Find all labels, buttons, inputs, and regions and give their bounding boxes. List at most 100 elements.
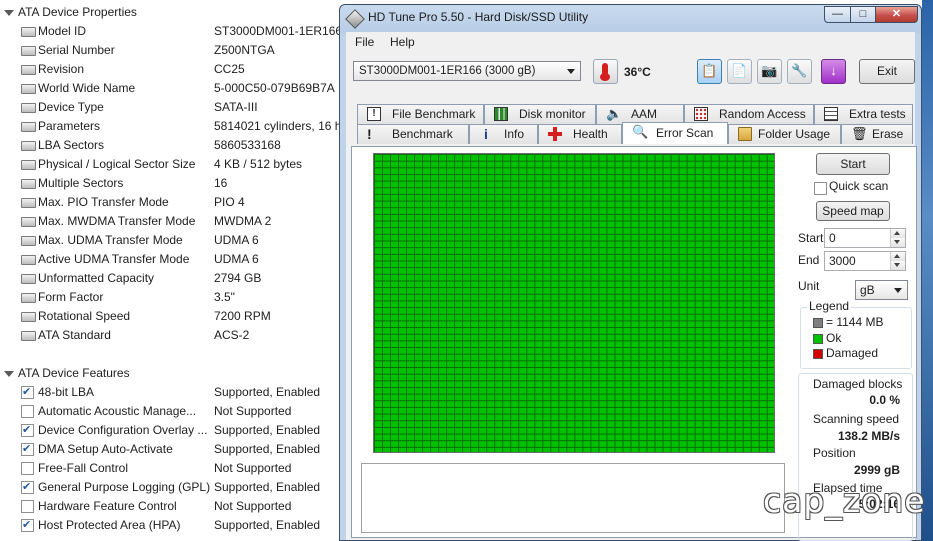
drive-icon (21, 274, 36, 284)
feature-name: General Purpose Logging (GPL) (38, 480, 211, 494)
options-button[interactable]: 🔧 (787, 59, 812, 84)
start-button[interactable]: Start (816, 153, 890, 175)
tab-disk-monitor[interactable]: Disk monitor (484, 104, 596, 124)
property-value: 16 (214, 176, 228, 190)
property-row[interactable]: Physical / Logical Sector Size 4 KB / 512… (0, 155, 340, 174)
drive-icon (21, 46, 36, 56)
maximize-button[interactable]: □ (850, 6, 876, 23)
feature-checkbox[interactable] (21, 405, 34, 418)
property-row[interactable]: Serial Number Z500NTGA (0, 41, 340, 60)
property-value: UDMA 6 (214, 252, 259, 266)
exit-button[interactable]: Exit (859, 59, 915, 84)
menu-help[interactable]: Help (390, 35, 415, 49)
feature-checkbox[interactable] (21, 440, 34, 459)
spin-down-icon[interactable] (890, 238, 905, 247)
feature-checkbox[interactable] (21, 516, 34, 535)
drive-icon (21, 217, 36, 227)
feature-row[interactable]: Automatic Acoustic Manage... Not Supporte… (0, 402, 340, 421)
feature-checkbox[interactable] (21, 462, 34, 475)
tab-folder-usage[interactable]: Folder Usage (728, 124, 841, 144)
feature-value: Supported, Enabled (214, 518, 321, 532)
menu-file[interactable]: File (355, 35, 374, 49)
speed-map-button[interactable]: Speed map (816, 201, 890, 221)
property-row[interactable]: ATA Standard ACS-2 (0, 326, 340, 345)
start-input[interactable]: 0 (824, 228, 906, 248)
temperature-button[interactable] (593, 59, 618, 84)
scanning-speed-label: Scanning speed (813, 412, 900, 426)
unit-select[interactable]: gB (855, 280, 908, 300)
spin-up-icon[interactable] (890, 229, 905, 238)
feature-row[interactable]: Free-Fall Control Not Supported (0, 459, 340, 478)
feature-checkbox[interactable] (21, 500, 34, 513)
download-arrow-icon: ↓ (830, 63, 837, 78)
tab-info[interactable]: i Info (469, 124, 538, 144)
feature-checkbox[interactable] (21, 383, 34, 402)
tab-erase[interactable]: 🗑 Erase (841, 124, 913, 144)
tab-benchmark[interactable]: ! Benchmark (357, 124, 469, 144)
property-row[interactable]: Revision CC25 (0, 60, 340, 79)
property-row[interactable]: Active UDMA Transfer Mode UDMA 6 (0, 250, 340, 269)
drive-icon (21, 236, 36, 246)
feature-row[interactable]: Device Configuration Overlay ... Supporte… (0, 421, 340, 440)
screenshot-button[interactable]: 📷 (757, 59, 782, 84)
section-ata-device-properties[interactable]: ATA Device Properties (4, 3, 137, 22)
legend-swatch (813, 334, 823, 344)
copy-text-button[interactable]: 📋 (697, 59, 722, 84)
close-button[interactable]: ✕ (875, 6, 918, 23)
drive-select[interactable]: ST3000DM001-1ER166 (3000 gB) (353, 61, 581, 81)
tab-error-scan[interactable]: 🔍 Error Scan (622, 122, 728, 144)
scan-log-area[interactable] (361, 463, 785, 533)
property-name: Parameters (38, 119, 101, 133)
tab-file-benchmark[interactable]: ! File Benchmark (357, 104, 484, 124)
spin-down-icon[interactable] (890, 261, 905, 270)
tab-extra-tests[interactable]: Extra tests (814, 104, 913, 124)
property-row[interactable]: World Wide Name 5-000C50-079B69B7A (0, 79, 340, 98)
minimize-button[interactable]: — (824, 6, 851, 23)
property-value: 5860533168 (214, 138, 281, 152)
spin-up-icon[interactable] (890, 252, 905, 261)
property-row[interactable]: Max. PIO Transfer Mode PIO 4 (0, 193, 340, 212)
property-row[interactable]: Unformatted Capacity 2794 GB (0, 269, 340, 288)
section-ata-device-features[interactable]: ATA Device Features (4, 364, 130, 383)
tab-health[interactable]: Health (538, 124, 622, 144)
position-value: 2999 gB (853, 463, 900, 477)
property-name: Max. UDMA Transfer Mode (38, 233, 183, 247)
feature-row[interactable]: DMA Setup Auto-Activate Supported, Enable… (0, 440, 340, 459)
title-bar[interactable]: HD Tune Pro 5.50 - Hard Disk/SSD Utility… (340, 5, 921, 31)
drive-icon (21, 198, 36, 208)
property-row[interactable]: Multiple Sectors 16 (0, 174, 340, 193)
minimize-icon: — (832, 8, 843, 20)
property-row[interactable]: Rotational Speed 7200 RPM (0, 307, 340, 326)
property-row[interactable]: Max. UDMA Transfer Mode UDMA 6 (0, 231, 340, 250)
feature-checkbox[interactable] (21, 421, 34, 440)
red-cross-icon (548, 127, 562, 141)
property-row[interactable]: Model ID ST3000DM001-1ER166 (0, 22, 340, 41)
property-name: Max. PIO Transfer Mode (38, 195, 169, 209)
feature-value: Supported, Enabled (214, 385, 321, 399)
feature-value: Not Supported (214, 499, 292, 513)
feature-name: Free-Fall Control (38, 461, 129, 475)
feature-name: Automatic Acoustic Manage... (38, 404, 197, 418)
drive-select-value: ST3000DM001-1ER166 (3000 gB) (359, 65, 536, 77)
property-row[interactable]: Form Factor 3.5" (0, 288, 340, 307)
feature-checkbox[interactable] (21, 478, 34, 497)
save-button[interactable]: ↓ (821, 59, 846, 84)
feature-row[interactable]: Host Protected Area (HPA) Supported, Enab… (0, 516, 340, 535)
property-row[interactable]: Max. MWDMA Transfer Mode MWDMA 2 (0, 212, 340, 231)
property-name: LBA Sectors (38, 138, 105, 152)
collapse-arrow-icon[interactable] (4, 370, 14, 377)
feature-row[interactable]: Hardware Feature Control Not Supported (0, 497, 340, 516)
property-row[interactable]: Parameters 5814021 cylinders, 16 he (0, 117, 340, 136)
tab-random-access[interactable]: Random Access (684, 104, 814, 124)
feature-row[interactable]: 48-bit LBA Supported, Enabled (0, 383, 340, 402)
property-row[interactable]: LBA Sectors 5860533168 (0, 136, 340, 155)
end-input[interactable]: 3000 (824, 251, 906, 271)
collapse-arrow-icon[interactable] (4, 9, 14, 16)
copy-image-button[interactable]: 📄 (727, 59, 752, 84)
maximize-icon: □ (859, 8, 867, 20)
quick-scan-checkbox[interactable] (814, 182, 827, 195)
feature-row[interactable]: General Purpose Logging (GPL)Supported, … (0, 478, 340, 497)
property-row[interactable]: Device Type SATA-III (0, 98, 340, 117)
tab-aam[interactable]: 🔈 AAM (596, 104, 684, 124)
error-scan-panel: Start Quick scan Speed map Start 0 End 3… (351, 146, 917, 541)
